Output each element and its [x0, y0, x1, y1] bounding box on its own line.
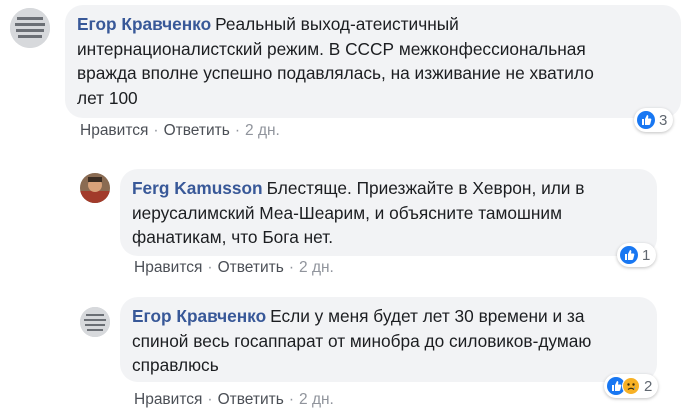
comment-time[interactable]: 2 дн.: [245, 122, 280, 139]
reply-button[interactable]: Ответить: [218, 391, 284, 408]
reactions-badge[interactable]: 3: [634, 108, 674, 132]
separator-dot: ·: [207, 391, 213, 408]
comment-time[interactable]: 2 дн.: [299, 391, 334, 408]
comment-author[interactable]: Егор Кравченко: [77, 14, 211, 34]
avatar-image: [80, 173, 110, 203]
sad-icon: [622, 377, 640, 395]
like-icon: [620, 246, 638, 264]
separator-dot: ·: [207, 259, 213, 276]
comment-actions: Нравится · Ответить · 2 дн.: [80, 122, 280, 140]
like-button[interactable]: Нравится: [80, 122, 148, 139]
reaction-count: 3: [659, 111, 668, 129]
reactions-badge[interactable]: 2: [604, 374, 659, 398]
like-button[interactable]: Нравится: [134, 259, 202, 276]
comment-bubble: Ferg Kamusson Блестяще. Приезжайте в Хевр…: [120, 169, 657, 256]
reaction-count: 2: [644, 377, 653, 395]
avatar-image: [80, 307, 110, 337]
comment-bubble: Егор Кравченко Если у меня будет лет 30 в…: [120, 297, 657, 382]
separator-dot: ·: [153, 122, 159, 139]
separator-dot: ·: [288, 259, 295, 276]
comment-actions: Нравится · Ответить · 2 дн.: [134, 259, 334, 277]
reactions-badge[interactable]: 1: [617, 243, 657, 267]
separator-dot: ·: [288, 391, 295, 408]
like-button[interactable]: Нравится: [134, 391, 202, 408]
reply-button[interactable]: Ответить: [164, 122, 230, 139]
comment-author[interactable]: Ferg Kamusson: [132, 178, 263, 198]
comment-actions: Нравится · Ответить · 2 дн.: [134, 391, 334, 409]
like-icon: [637, 111, 655, 129]
separator-dot: ·: [234, 122, 241, 139]
avatar[interactable]: [10, 8, 50, 48]
avatar[interactable]: [80, 173, 110, 203]
avatar[interactable]: [80, 307, 110, 337]
comment-bubble: Егор Кравченко Реальный выход-атеистичный…: [65, 5, 681, 118]
comment-author[interactable]: Егор Кравченко: [132, 306, 266, 326]
reaction-count: 1: [642, 246, 651, 264]
avatar-image: [10, 8, 50, 48]
reply-button[interactable]: Ответить: [218, 259, 284, 276]
comment-time[interactable]: 2 дн.: [299, 259, 334, 276]
